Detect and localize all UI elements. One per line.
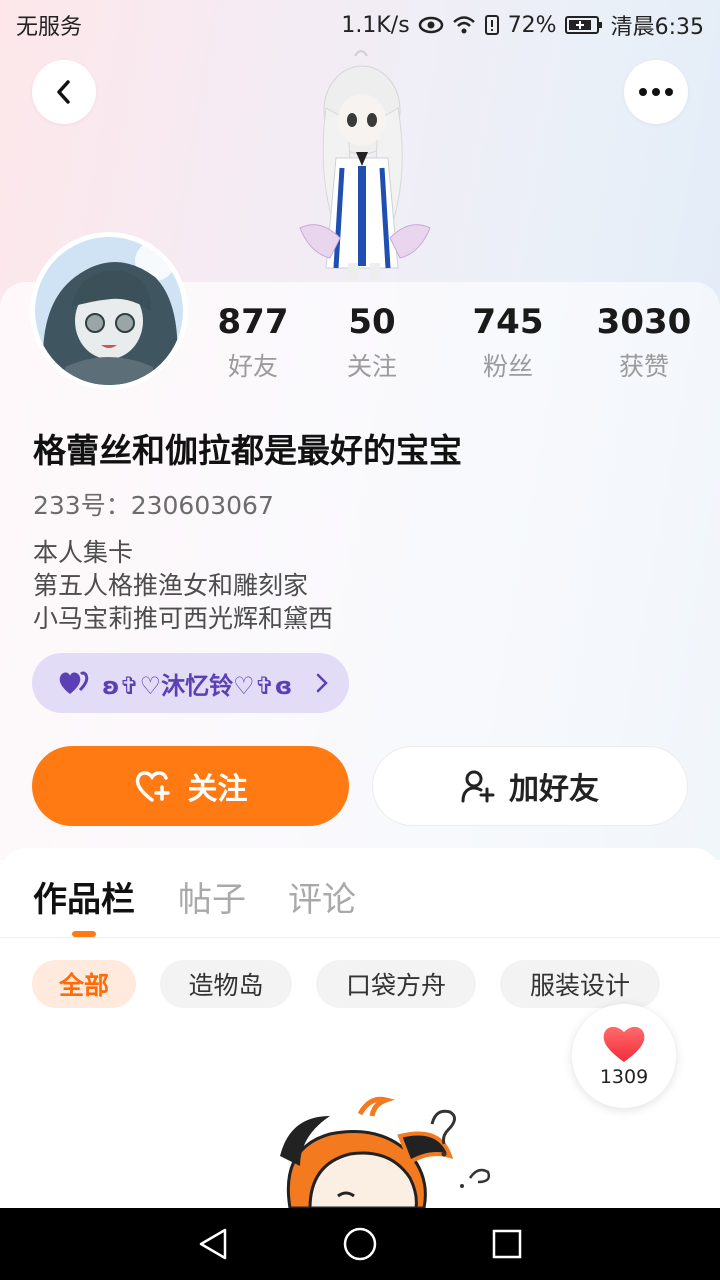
bio-line: 第五人格推渔女和雕刻家: [33, 571, 309, 600]
system-nav-bar: [0, 1208, 720, 1280]
filter-costume-design[interactable]: 服装设计: [500, 960, 660, 1008]
username: 格蕾丝和伽拉都是最好的宝宝: [33, 431, 462, 470]
add-friend-button[interactable]: 加好友: [372, 746, 688, 826]
add-friend-label: 加好友: [509, 772, 599, 807]
stat-value: 50: [348, 302, 396, 342]
content-tabs: 作品栏 帖子 评论: [0, 848, 720, 938]
like-count: 1309: [599, 1066, 649, 1088]
chevron-right-icon: [316, 673, 328, 693]
stat-value: 877: [217, 302, 289, 342]
stat-fans[interactable]: 745 粉丝: [443, 300, 573, 382]
bio-line: 本人集卡: [33, 538, 134, 567]
follow-button[interactable]: 关注: [32, 746, 349, 826]
follow-label: 关注: [187, 772, 248, 807]
heart-pair-icon: [59, 671, 89, 694]
guild-name: ʚ✞♡沐忆铃♡✞ɞ: [102, 671, 293, 700]
profile-stats: 877 好友 50 关注 745 粉丝 3030 获赞: [196, 300, 720, 396]
active-tab-indicator: [72, 931, 96, 937]
stat-friends[interactable]: 877 好友: [188, 300, 318, 382]
stat-value: 745: [472, 302, 544, 342]
carrier-text: 无服务: [16, 15, 83, 40]
battery-alert-icon: [484, 14, 500, 36]
stat-likes[interactable]: 3030 获赞: [579, 300, 709, 382]
battery-percent: 72%: [507, 12, 557, 38]
character-avatar-figure: [290, 48, 440, 283]
stat-label: 获赞: [618, 352, 669, 381]
bio-line: 小马宝莉推可西光辉和黛西: [33, 604, 334, 633]
battery-charging-icon: [564, 15, 603, 35]
net-speed: 1.1K/s: [341, 12, 410, 38]
tab-works[interactable]: 作品栏: [33, 872, 135, 921]
add-user-icon: [461, 770, 495, 803]
filter-all[interactable]: 全部: [32, 960, 136, 1008]
stat-label: 好友: [227, 352, 278, 381]
chevron-left-icon: [57, 80, 70, 104]
stat-value: 3030: [596, 302, 692, 342]
clock: 清晨6:35: [610, 15, 704, 40]
tab-posts[interactable]: 帖子: [178, 872, 246, 921]
nav-recents-icon[interactable]: [491, 1228, 523, 1260]
empty-state-mascot: [250, 1096, 510, 1208]
filter-pocket-ark[interactable]: 口袋方舟: [316, 960, 476, 1008]
stat-following[interactable]: 50 关注: [307, 300, 437, 382]
bio: 本人集卡 第五人格推渔女和雕刻家 小马宝莉推可西光辉和黛西: [33, 536, 333, 635]
nav-back-icon[interactable]: [197, 1227, 229, 1261]
more-options-button[interactable]: [624, 60, 688, 124]
filter-creation-island[interactable]: 造物岛: [160, 960, 292, 1008]
stat-label: 粉丝: [482, 352, 533, 381]
like-button[interactable]: 1309: [572, 1004, 676, 1108]
user-id[interactable]: 233号：230603067: [33, 486, 274, 522]
tab-comments[interactable]: 评论: [288, 872, 356, 921]
back-button[interactable]: [32, 60, 96, 124]
status-bar: 无服务 1.1K/s 72% 清晨6:35: [0, 0, 720, 50]
user-avatar[interactable]: [30, 232, 188, 390]
eye-icon: [418, 16, 444, 34]
heart-plus-icon: [135, 771, 170, 802]
stat-label: 关注: [346, 352, 397, 381]
nav-home-icon[interactable]: [342, 1226, 378, 1262]
guild-badge[interactable]: ʚ✞♡沐忆铃♡✞ɞ: [32, 653, 349, 713]
more-dots-icon: [639, 88, 673, 96]
heart-icon: [603, 1026, 645, 1062]
wifi-icon: [452, 15, 476, 35]
